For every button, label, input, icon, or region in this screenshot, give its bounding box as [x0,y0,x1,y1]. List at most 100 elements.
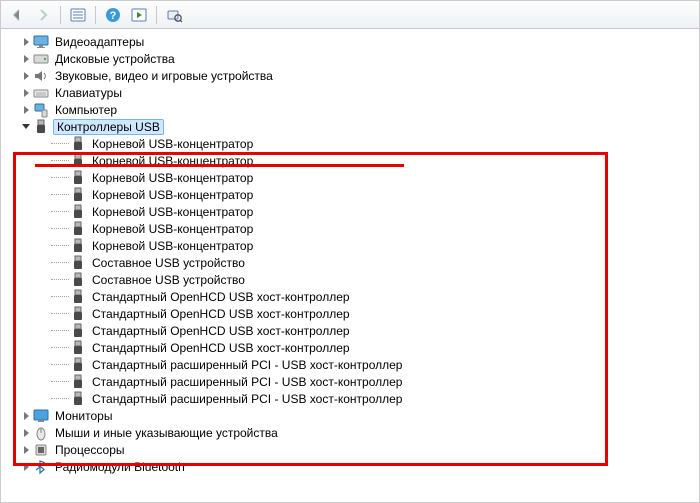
expander-closed-icon[interactable] [19,84,33,101]
tree-leaf-connector [37,220,51,237]
usb-icon [70,289,86,305]
tree-leaf-connector [37,390,51,407]
expander-closed-icon[interactable] [19,33,33,50]
expander-closed-icon[interactable] [19,424,33,441]
tree-item-monitors[interactable]: Мониторы [1,407,699,424]
expander-closed-icon[interactable] [19,458,33,475]
bluetooth-icon [33,459,49,475]
tree-item-usb-child[interactable]: Корневой USB-концентратор [1,169,699,186]
tree-item-usb-child[interactable]: Стандартный расширенный PCI - USB хост-к… [1,373,699,390]
expander-closed-icon[interactable] [19,50,33,67]
tree-connector-icon [51,381,69,382]
tree-item-label: Стандартный OpenHCD USB хост-контроллер [90,290,352,304]
action-button[interactable] [127,4,151,26]
usb-icon [70,255,86,271]
tree-leaf-connector [37,254,51,271]
tree-item-usb-child[interactable]: Стандартный расширенный PCI - USB хост-к… [1,356,699,373]
tree-item-video-adapters[interactable]: Видеоадаптеры [1,33,699,50]
tree-leaf-connector [37,152,51,169]
tree-item-usb-child[interactable]: Стандартный OpenHCD USB хост-контроллер [1,305,699,322]
tree-item-bluetooth[interactable]: Радиомодули Bluetooth [1,458,699,475]
tree-item-mice[interactable]: Мыши и иные указывающие устройства [1,424,699,441]
tree-item-usb-child[interactable]: Стандартный OpenHCD USB хост-контроллер [1,288,699,305]
tree-item-label: Компьютер [53,103,119,117]
disk-icon [33,51,49,67]
tree-item-computer[interactable]: Компьютер [1,101,699,118]
tree-item-usb-child[interactable]: Стандартный OpenHCD USB хост-контроллер [1,322,699,339]
forward-button[interactable] [31,4,55,26]
tree-item-usb-child[interactable]: Корневой USB-концентратор [1,186,699,203]
tree-item-label: Дисковые устройства [53,52,177,66]
tree-connector-icon [51,245,69,246]
expander-closed-icon[interactable] [19,441,33,458]
tree-leaf-connector [37,373,51,390]
tree-item-sound-video-game[interactable]: Звуковые, видео и игровые устройства [1,67,699,84]
tree-leaf-connector [37,135,51,152]
tree-item-label: Радиомодули Bluetooth [53,460,187,474]
arrow-right-icon [36,8,50,22]
tree-leaf-connector [37,322,51,339]
tree-item-label: Процессоры [53,443,127,457]
tree-item-usb-controllers[interactable]: Контроллеры USB [1,118,699,135]
cpu-icon [33,442,49,458]
tree-connector-icon [51,313,69,314]
arrow-left-icon [10,8,24,22]
tree-item-label: Корневой USB-концентратор [90,154,255,168]
tree-connector-icon [51,398,69,399]
usb-icon [70,170,86,186]
tree-item-usb-child[interactable]: Корневой USB-концентратор [1,237,699,254]
tree-item-usb-child[interactable]: Составное USB устройство [1,254,699,271]
tree-item-label: Составное USB устройство [90,273,247,287]
tree-leaf-connector [37,288,51,305]
usb-icon [70,153,86,169]
tree-item-usb-child[interactable]: Корневой USB-концентратор [1,220,699,237]
toolbar-separator [95,6,96,24]
monitor-icon [33,408,49,424]
tree-item-label: Клавиатуры [53,86,124,100]
tree-item-label: Корневой USB-концентратор [90,188,255,202]
tree-connector-icon [51,194,69,195]
display-icon [33,34,49,50]
keyboard-icon [33,85,49,101]
tree-item-usb-child[interactable]: Стандартный OpenHCD USB хост-контроллер [1,339,699,356]
tree-item-label: Стандартный OpenHCD USB хост-контроллер [90,341,352,355]
tree-connector-icon [51,228,69,229]
tree-item-label: Мыши и иные указывающие устройства [53,426,280,440]
tree-item-label: Контроллеры USB [53,119,164,135]
scan-icon [166,7,182,23]
tree-item-keyboards[interactable]: Клавиатуры [1,84,699,101]
tree-item-usb-child[interactable]: Составное USB устройство [1,271,699,288]
tree-leaf-connector [37,271,51,288]
tree-connector-icon [51,279,69,280]
usb-icon [70,238,86,254]
expander-open-icon[interactable] [19,118,33,135]
tree-item-usb-child[interactable]: Корневой USB-концентратор [1,135,699,152]
tree-connector-icon [51,296,69,297]
tree-item-label: Стандартный расширенный PCI - USB хост-к… [90,392,404,406]
tree-item-usb-child[interactable]: Стандартный расширенный PCI - USB хост-к… [1,390,699,407]
tree-connector-icon [51,211,69,212]
toolbar-separator [60,6,61,24]
expander-closed-icon[interactable] [19,67,33,84]
usb-icon [70,204,86,220]
show-hidden-button[interactable] [66,4,90,26]
tree-connector-icon [51,177,69,178]
help-button[interactable]: ? [101,4,125,26]
scan-button[interactable] [162,4,186,26]
back-button[interactable] [5,4,29,26]
tree-item-label: Стандартный расширенный PCI - USB хост-к… [90,358,404,372]
expander-closed-icon[interactable] [19,407,33,424]
usb-icon [70,187,86,203]
tree-connector-icon [51,347,69,348]
usb-icon [70,391,86,407]
tree-item-processors[interactable]: Процессоры [1,441,699,458]
tree-leaf-connector [37,339,51,356]
tree-item-disk-drives[interactable]: Дисковые устройства [1,50,699,67]
tree-item-usb-child[interactable]: Корневой USB-концентратор [1,152,699,169]
tree-item-usb-child[interactable]: Корневой USB-концентратор [1,203,699,220]
expander-closed-icon[interactable] [19,101,33,118]
speaker-icon [33,68,49,84]
list-icon [70,8,86,22]
device-tree[interactable]: Видеоадаптеры Дисковые устройстваЗвуковые… [1,29,699,502]
tree-connector-icon [51,262,69,263]
